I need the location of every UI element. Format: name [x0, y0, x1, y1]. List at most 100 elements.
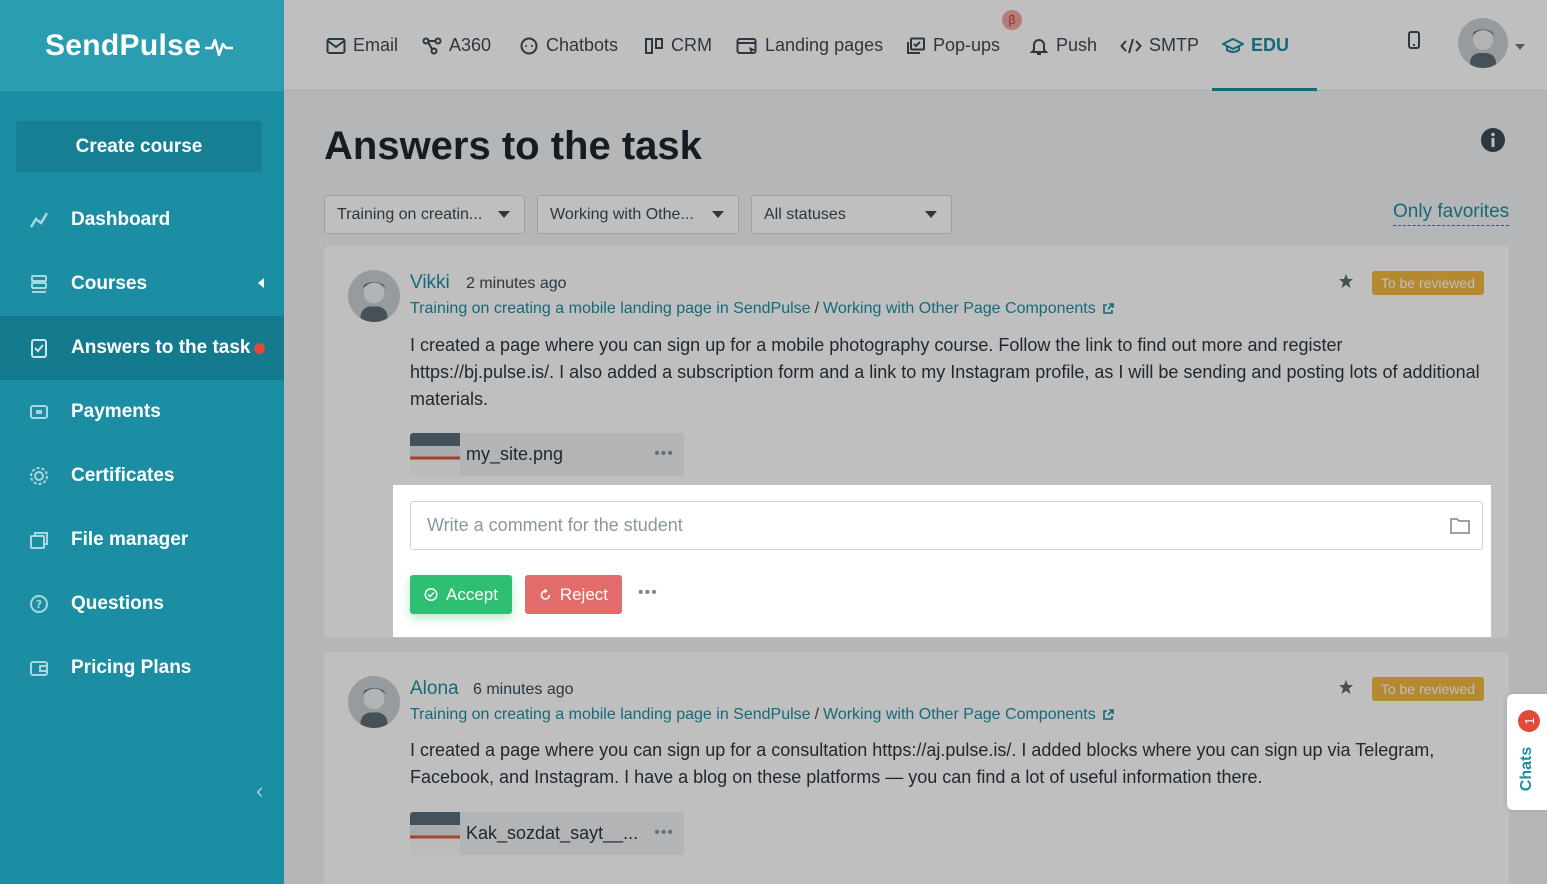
chevron-left-icon[interactable] [258, 278, 264, 288]
accept-button[interactable]: Accept [410, 575, 512, 614]
status-badge: To be reviewed [1371, 677, 1484, 701]
bell-icon [1029, 38, 1049, 55]
tab-smtp[interactable]: SMTP [1120, 0, 1199, 91]
sidebar-item-dashboard[interactable]: Dashboard [0, 188, 284, 252]
chevron-down-icon [498, 211, 510, 218]
comment-input[interactable] [410, 501, 1483, 550]
sidebar-item-file-manager[interactable]: File manager [0, 508, 284, 572]
notification-dot [253, 342, 265, 354]
sidebar-item-label: Dashboard [71, 209, 171, 230]
lesson-filter-select[interactable]: Working with Othe... [537, 195, 739, 234]
file-name: Kak_sozdat_sayt__... [466, 823, 639, 843]
answer-text: I created a page where you can sign up f… [410, 335, 1480, 409]
only-favorites-link[interactable]: Only favorites [1393, 201, 1510, 226]
logo-text: SendPulse [45, 28, 202, 62]
tab-popups[interactable]: Pop-ups [906, 0, 1000, 91]
chevron-down-icon [925, 211, 937, 218]
check-circle-icon [424, 587, 438, 602]
tab-push[interactable]: Push [1029, 0, 1097, 91]
task-check-icon [28, 337, 50, 359]
chevron-down-icon [712, 211, 724, 218]
more-dots-icon[interactable]: ••• [654, 824, 674, 842]
more-actions-icon[interactable]: ••• [638, 584, 658, 602]
student-name-link[interactable]: Vikki [410, 272, 450, 294]
attachment[interactable]: my_site.png ••• [410, 433, 684, 476]
sidebar-item-label: Questions [71, 593, 164, 614]
info-icon[interactable] [1480, 127, 1506, 158]
tab-a360[interactable]: A360 [422, 0, 491, 91]
landing-page-icon [736, 37, 757, 54]
sidebar-item-label: Courses [71, 273, 148, 294]
more-dots-icon[interactable]: ••• [654, 445, 674, 463]
beta-badge: β [1002, 10, 1022, 30]
external-link-icon[interactable] [1101, 708, 1115, 722]
student-name-link[interactable]: Alona [410, 678, 459, 700]
page-title: Answers to the task [324, 124, 702, 168]
course-filter-select[interactable]: Training on creatin... [324, 195, 525, 234]
favorite-star-icon[interactable] [1338, 273, 1354, 294]
tab-edu[interactable]: EDU [1211, 0, 1318, 91]
answer-time: 2 minutes ago [466, 275, 567, 292]
sidebar-item-questions[interactable]: ? Questions [0, 572, 284, 636]
file-name: my_site.png [466, 444, 564, 464]
answer-time: 6 minutes ago [473, 681, 574, 698]
top-nav: Email A360 Chatbots CRM Landing pages Po… [284, 0, 1547, 91]
lesson-link[interactable]: Working with Other Page Components [823, 300, 1096, 318]
refresh-icon [540, 588, 551, 600]
layers-icon [28, 273, 50, 295]
avatar[interactable] [1458, 18, 1508, 68]
sidebar-item-certificates[interactable]: Certificates [0, 444, 284, 508]
comment-panel: Accept Reject ••• [393, 485, 1491, 637]
sidebar-item-label: File manager [71, 529, 189, 550]
logo-bar: SendPulse [0, 0, 284, 91]
wallet-card-icon [28, 657, 50, 679]
external-link-icon[interactable] [1101, 302, 1115, 316]
sidebar-item-label: Certificates [71, 465, 175, 486]
reject-button[interactable]: Reject [525, 575, 622, 614]
envelope-icon [326, 37, 346, 54]
folders-icon [28, 529, 50, 551]
automation-icon [422, 37, 442, 54]
chats-label: Chats [1518, 746, 1535, 792]
sidebar-item-label: Payments [71, 401, 161, 422]
status-badge: To be reviewed [1371, 271, 1484, 295]
sidebar-item-label: Pricing Plans [71, 657, 192, 678]
tab-chatbots[interactable]: Chatbots [519, 0, 618, 91]
attachment[interactable]: Kak_sozdat_sayt__... ••• [410, 812, 684, 855]
sidebar-item-label: Answers to the task [71, 337, 251, 358]
tab-crm[interactable]: CRM [644, 0, 712, 91]
file-thumbnail [410, 433, 460, 476]
create-course-button[interactable]: Create course [16, 121, 262, 172]
sidebar-item-courses[interactable]: Courses [0, 252, 284, 316]
tab-email[interactable]: Email [326, 0, 398, 91]
sidebar-item-pricing[interactable]: Pricing Plans [0, 636, 284, 700]
chats-count-badge: 1 [1518, 710, 1540, 732]
mobile-icon[interactable] [1406, 30, 1422, 55]
breadcrumb: Training on creating a mobile landing pa… [410, 300, 1115, 318]
sidebar-item-payments[interactable]: Payments [0, 380, 284, 444]
favorite-star-icon[interactable] [1338, 679, 1354, 700]
graduation-cap-icon [1222, 37, 1244, 53]
pulse-icon [205, 38, 234, 56]
chevron-down-icon[interactable] [1515, 44, 1525, 50]
status-filter-select[interactable]: All statuses [751, 195, 952, 234]
course-link[interactable]: Training on creating a mobile landing pa… [410, 300, 811, 318]
code-icon [1120, 38, 1142, 53]
logo[interactable]: SendPulse [45, 29, 234, 63]
folder-icon[interactable] [1449, 515, 1471, 540]
popup-icon [907, 37, 925, 54]
svg-text:?: ? [36, 598, 42, 611]
lesson-link[interactable]: Working with Other Page Components [823, 706, 1096, 724]
tab-landing-pages[interactable]: Landing pages [736, 0, 883, 91]
sidebar-nav: Dashboard Courses Answers to the task Pa… [0, 188, 284, 700]
chats-widget[interactable]: 1 Chats [1507, 694, 1547, 810]
answer-card: Alona 6 minutes ago Training on creating… [324, 652, 1509, 884]
course-link[interactable]: Training on creating a mobile landing pa… [410, 706, 811, 724]
kanban-icon [645, 37, 663, 54]
collapse-sidebar-icon[interactable]: ‹ [256, 778, 263, 804]
question-icon: ? [28, 593, 50, 615]
student-avatar [348, 270, 400, 322]
sidebar-item-answers[interactable]: Answers to the task [0, 316, 284, 380]
gear-icon [28, 465, 50, 487]
sidebar: SendPulse Create course Dashboard Course… [0, 0, 284, 884]
